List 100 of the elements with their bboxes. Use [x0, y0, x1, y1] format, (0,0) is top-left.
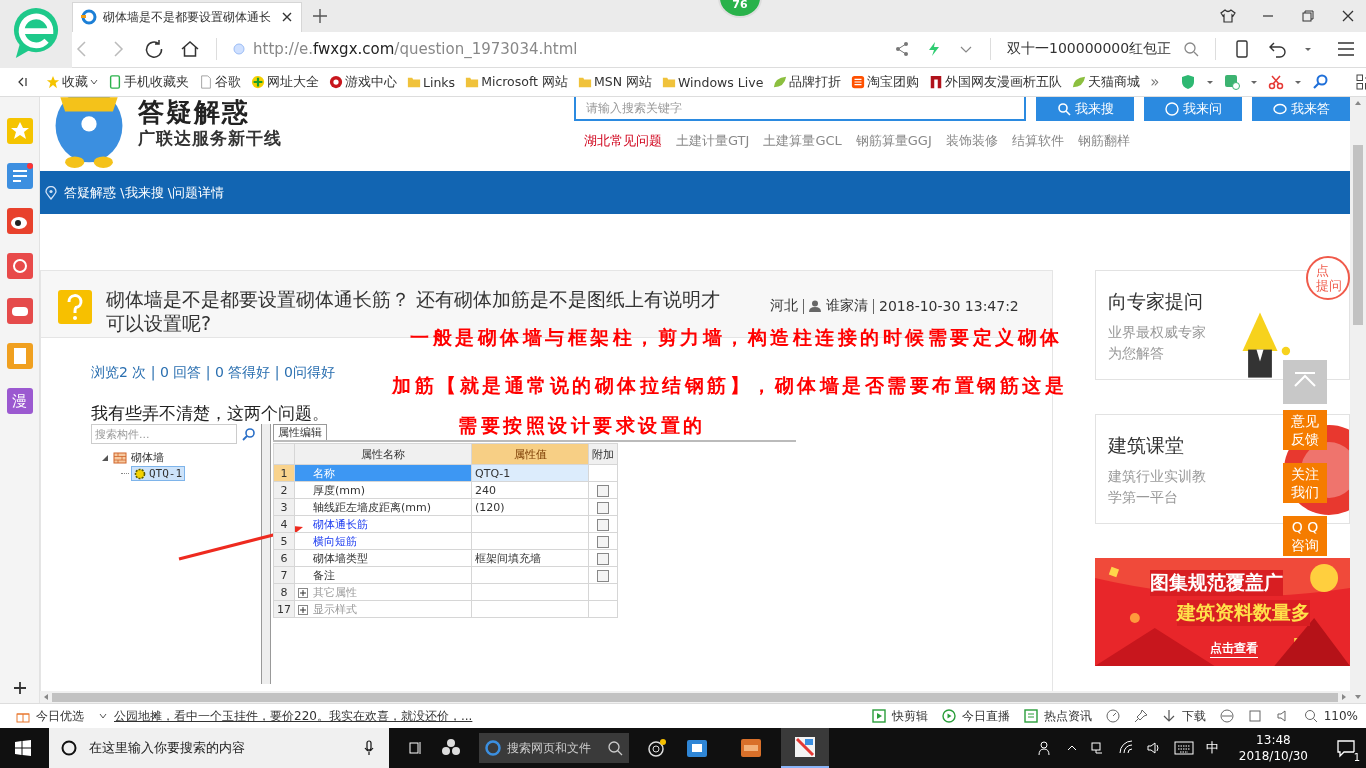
expand-icon[interactable] [298, 587, 308, 598]
add-icon[interactable] [12, 681, 27, 695]
collapse-icon[interactable] [16, 76, 28, 88]
wifi-icon[interactable] [1117, 740, 1134, 756]
sidebar-app-icon[interactable]: 漫 [6, 388, 33, 414]
status-link[interactable]: 今日优选 [36, 707, 84, 725]
browser-tab[interactable]: 砌体墙是不是都要设置砌体通长 [72, 1, 302, 32]
header-button[interactable]: 我来搜 [1036, 97, 1134, 121]
bookmark-item[interactable]: Windows Live [662, 74, 764, 90]
bookmark-item[interactable]: 游戏中心 [329, 73, 397, 91]
property-name[interactable]: 备注 [294, 566, 472, 584]
panel-tab[interactable]: 属性编辑 [273, 424, 327, 440]
search-icon[interactable] [1311, 74, 1328, 90]
scroll-up-icon[interactable] [1354, 99, 1362, 107]
web-search-field[interactable]: 搜索网页和文件 [479, 733, 629, 763]
taskbar-search-field[interactable]: 在这里输入你要搜索的内容 [49, 728, 389, 768]
category-link[interactable]: 钢筋翻样 [1077, 132, 1130, 150]
category-link[interactable]: 结算软件 [1011, 132, 1064, 150]
address-field[interactable]: http://e.fwxgx.com/question_1973034.html [253, 40, 578, 59]
caret-icon[interactable] [1249, 78, 1258, 86]
bookmark-item[interactable]: 网址大全 [251, 73, 319, 91]
sidebar-app-icon[interactable] [6, 208, 33, 234]
caret-icon[interactable] [1304, 45, 1312, 54]
chevron-down-icon[interactable] [98, 711, 108, 721]
input-method-indicator[interactable]: 中 [1205, 739, 1219, 757]
status-link[interactable]: 今日直播 [961, 707, 1010, 725]
expander-icon[interactable] [101, 453, 109, 462]
checkbox[interactable] [597, 552, 609, 565]
property-name[interactable]: 砌体墙类型 [294, 549, 472, 567]
checkbox[interactable] [597, 501, 609, 514]
bookmark-item[interactable]: 收藏 [46, 73, 98, 91]
pin-icon[interactable] [1133, 709, 1148, 723]
category-link[interactable]: 湖北常见问题 [584, 132, 662, 150]
property-value[interactable]: 框架间填充墙 [471, 549, 589, 567]
checkbox[interactable] [597, 484, 609, 497]
status-link[interactable]: 快剪辑 [891, 707, 928, 725]
speed-icon[interactable] [1105, 709, 1120, 723]
clock-time[interactable]: 13:48 [1256, 732, 1291, 748]
ad-banner[interactable]: 图集规范覆盖广 建筑资料数量多 点击查看 [1095, 558, 1350, 666]
restore-icon[interactable] [1300, 7, 1316, 24]
search-icon[interactable] [242, 427, 256, 441]
property-value[interactable]: (120) [471, 498, 589, 516]
caret-icon[interactable] [1293, 78, 1302, 86]
property-value[interactable]: 240 [471, 481, 589, 499]
checkbox[interactable] [597, 569, 609, 582]
windows-start-icon[interactable] [15, 740, 31, 756]
paint-app-icon[interactable] [793, 735, 817, 759]
category-link[interactable]: 土建算量GCL [763, 132, 842, 150]
shirt-icon[interactable] [1220, 7, 1236, 24]
zoom-icon[interactable] [1303, 709, 1318, 723]
search-icon[interactable] [1183, 41, 1199, 58]
swirl-icon[interactable] [647, 738, 667, 758]
home-icon[interactable] [180, 39, 200, 60]
browser-icon[interactable] [1219, 709, 1234, 723]
splitter-bar[interactable] [261, 424, 271, 684]
shield-icon[interactable] [1179, 74, 1196, 90]
news-icon[interactable] [1023, 709, 1038, 723]
video-icon[interactable] [871, 709, 886, 723]
search-field[interactable]: 双十一100000000红包正 [1007, 40, 1177, 59]
clock-date[interactable]: 2018/10/30 [1238, 748, 1308, 764]
bookmark-item[interactable]: 外国网友漫画析五队 [929, 73, 1063, 91]
new-tab-icon[interactable] [312, 7, 328, 24]
translate-icon[interactable] [1223, 74, 1240, 90]
tree-item[interactable]: QTQ-1 [131, 466, 186, 481]
question-author[interactable]: 谁家清 [826, 297, 868, 315]
category-link[interactable]: 土建计量GTJ [676, 132, 750, 150]
bookmark-item[interactable]: MSN 网站 [578, 73, 653, 91]
download-icon[interactable] [1161, 709, 1176, 723]
task-view-icon[interactable] [407, 740, 423, 756]
keyboard-icon[interactable] [1173, 738, 1194, 758]
volume-icon[interactable] [1145, 740, 1162, 756]
caret-icon[interactable] [1205, 78, 1214, 86]
bookmark-item[interactable]: 天猫商城 [1072, 73, 1141, 91]
bookmark-item[interactable]: Microsoft 网站 [465, 73, 568, 91]
fan-icon[interactable] [441, 738, 461, 758]
header-button[interactable]: 我来问 [1144, 97, 1242, 121]
property-name[interactable]: 轴线距左墙皮距离(mm) [294, 498, 472, 516]
breadcrumb[interactable]: 答疑解惑 \我来搜 \问题详情 [64, 183, 225, 202]
tree-item[interactable]: 砌体墙 [131, 450, 164, 465]
scrollbar[interactable] [1353, 145, 1363, 325]
zoom-level[interactable]: 110% [1323, 709, 1358, 723]
status-link[interactable]: 热点资讯 [1043, 707, 1092, 725]
close-icon[interactable] [281, 11, 293, 24]
ad-button[interactable]: 点击查看 [1210, 640, 1258, 658]
bookmark-item[interactable]: Links [407, 74, 456, 90]
chevron-down-icon[interactable] [90, 78, 98, 86]
category-link[interactable]: 装饰装修 [945, 132, 998, 150]
scrollbar[interactable] [52, 692, 1338, 702]
property-name[interactable]: 横向短筋 [294, 532, 472, 550]
checkbox[interactable] [597, 518, 609, 531]
news-link[interactable]: 公园地摊，看中一个玉挂件，要价220。我实在欢喜，就没还价，... [114, 707, 473, 725]
checkbox[interactable] [597, 535, 609, 548]
play-icon[interactable] [941, 709, 956, 723]
bookmark-item[interactable]: 品牌打折 [773, 73, 842, 91]
bookmark-item[interactable]: 谷歌 [199, 73, 241, 91]
scroll-right-icon[interactable] [1340, 693, 1348, 701]
share-icon[interactable] [894, 41, 910, 58]
more-bookmarks[interactable]: » [1150, 73, 1160, 91]
status-link[interactable]: 下载 [1181, 707, 1206, 725]
scissors-icon[interactable] [1267, 74, 1284, 90]
